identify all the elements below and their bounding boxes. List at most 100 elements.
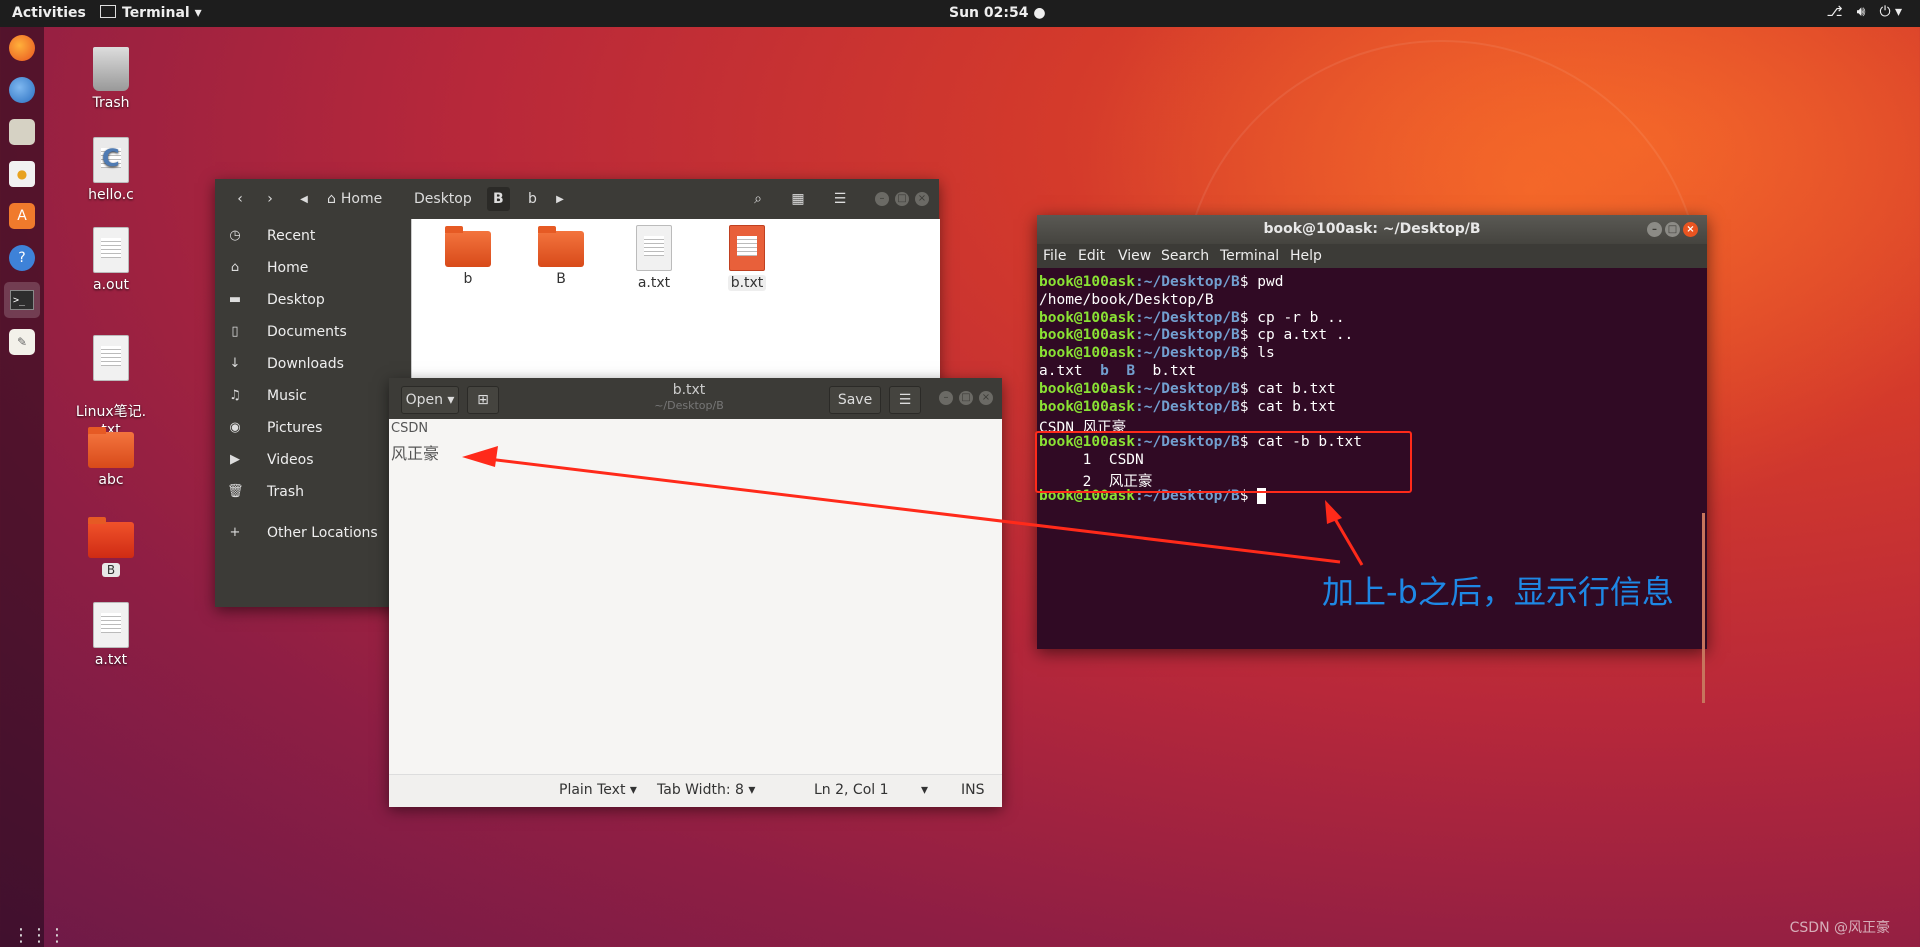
text-area[interactable]: CSDN 风正豪 [389,419,1002,774]
music-icon: ♫ [229,388,241,403]
tab-width-selector[interactable]: Tab Width: 8 ▾ [657,782,755,798]
sidebar-item-trash[interactable]: 🗑︎ Trash [215,478,411,508]
minimize-button[interactable]: – [939,391,953,405]
search-button[interactable]: ⌕ [743,187,773,211]
menu-help[interactable]: Help [1290,248,1322,264]
menu-search[interactable]: Search [1161,248,1209,264]
terminal-line: book@100ask:~/Desktop/B$ cp a.txt .. [1039,327,1353,345]
sidebar-item-recent[interactable]: ◷ Recent [215,222,411,252]
text-file-icon [93,335,129,381]
language-selector[interactable]: Plain Text ▾ [559,782,637,798]
breadcrumb-home[interactable]: ⌂ Home [321,187,388,211]
menu-edit[interactable]: Edit [1078,248,1105,264]
terminal-line: book@100ask:~/Desktop/B$ cat b.txt [1039,381,1336,399]
maximize-button[interactable]: □ [1665,222,1680,237]
breadcrumb-desktop[interactable]: Desktop [408,187,478,211]
text-editor-icon[interactable]: ✎ [9,329,35,355]
prompt-user: book@100ask [1039,380,1136,397]
software-icon[interactable]: A [9,203,35,229]
sidebar-item-documents[interactable]: ▯ Documents [215,318,411,348]
home-icon: ⌂ [327,191,336,207]
chevron-down-icon[interactable]: ▾ [921,782,928,798]
text-line: CSDN [391,421,429,436]
open-button[interactable]: Open ▾ [401,386,459,414]
terminal-scrollbar[interactable] [1702,513,1705,703]
help-icon[interactable]: ? [9,245,35,271]
close-button[interactable]: × [1683,222,1698,237]
home-icon: ⌂ [230,260,240,275]
text-line: 风正豪 [391,444,440,463]
minimize-button[interactable]: – [1647,222,1662,237]
menu-button[interactable]: ☰ [825,187,855,211]
rhythmbox-icon[interactable]: ● [9,161,35,187]
sidebar-item-label: Trash [267,484,304,500]
app-menu[interactable]: Terminal ▾ [100,5,202,21]
camera-icon: ◉ [229,420,241,435]
file-item-label: b.txt [727,275,767,291]
close-button[interactable]: × [979,391,993,405]
desktop-icon-a-out[interactable]: a.out [66,227,156,293]
breadcrumb-b-upper[interactable]: B [487,187,510,211]
prompt-dir: :~/Desktop/B [1135,398,1240,415]
terminal-line: book@100ask:~/Desktop/B$ cp -r b .. [1039,310,1345,328]
top-bar: Activities Terminal ▾ Sun 02:54 ● ⎇ 🔊︎ ⏻… [0,0,1920,27]
desktop-icon-linux-notes[interactable]: Linux笔记. txt [66,317,156,439]
highlight-box [1035,431,1412,493]
menu-terminal[interactable]: Terminal [1220,248,1279,264]
insert-mode[interactable]: INS [961,782,985,798]
folder-icon [88,427,134,468]
breadcrumb-b-lower[interactable]: b [522,187,543,211]
desktop-icon-label: a.txt [94,652,128,668]
firefox-icon[interactable] [9,35,35,61]
file-item-b-txt[interactable]: b.txt [712,225,782,291]
clock[interactable]: Sun 02:54 ● [949,5,1046,21]
menu-file[interactable]: File [1043,248,1066,264]
breadcrumb-left-arrow[interactable]: ◀ [297,187,311,211]
sidebar-item-label: Videos [267,452,314,468]
thunderbird-icon[interactable] [9,77,35,103]
sidebar-item-pictures[interactable]: ◉ Pictures [215,414,411,444]
back-button[interactable]: ‹ [227,187,253,211]
maximize-button[interactable]: □ [895,192,909,206]
menu-button[interactable]: ☰ [889,386,921,414]
menu-view[interactable]: View [1118,248,1151,264]
minimize-button[interactable]: – [875,192,889,206]
sidebar-item-music[interactable]: ♫ Music [215,382,411,412]
system-tray[interactable]: ⎇ 🔊︎ ⏻ ▾ [1826,4,1902,20]
file-item-a-txt[interactable]: a.txt [619,225,689,291]
files-icon[interactable] [9,119,35,145]
close-button[interactable]: × [915,192,929,206]
file-item-b-folder[interactable]: b [433,226,503,287]
hamburger-icon: ☰ [833,191,847,207]
desktop-icon-hello-c[interactable]: C hello.c [66,137,156,203]
sidebar-item-videos[interactable]: ▶ Videos [215,446,411,476]
terminal-icon[interactable]: >_ [4,282,40,318]
file-item-B-folder[interactable]: B [526,226,596,287]
sidebar-item-other-locations[interactable]: + Other Locations [215,519,411,549]
desktop-icon-trash[interactable]: Trash [66,47,156,111]
breadcrumb-right-arrow[interactable]: ▶ [553,187,567,211]
desktop-icon-label: hello.c [88,187,134,203]
text-file-icon [93,602,129,648]
desktop-icon-abc[interactable]: abc [66,427,156,488]
forward-button[interactable]: › [257,187,283,211]
activities-button[interactable]: Activities [12,5,86,21]
command-text: $ cat b.txt [1239,380,1336,397]
desktop-icon-b-folder[interactable]: B [66,517,156,578]
save-button[interactable]: Save [829,386,881,414]
ls-entry: B [1126,363,1136,379]
maximize-button[interactable]: □ [959,391,973,405]
network-icon[interactable]: ⎇ [1826,4,1842,20]
new-tab-button[interactable]: ⊞ [467,386,499,414]
view-options-button[interactable]: ▦ [783,187,813,211]
sidebar-item-desktop[interactable]: ▬ Desktop [215,286,411,316]
sidebar-item-home[interactable]: ⌂ Home [215,254,411,284]
text-editor-window: Open ▾ ⊞ b.txt ~/Desktop/B Save ☰ – □ × … [389,378,1002,807]
cursor-position[interactable]: Ln 2, Col 1 [814,782,889,798]
volume-icon[interactable]: 🔊︎ [1857,4,1866,20]
desktop-icon-a-txt[interactable]: a.txt [66,602,156,668]
show-applications-icon[interactable]: ⋮⋮⋮ [12,925,66,946]
power-icon[interactable]: ⏻ ▾ [1879,4,1902,20]
video-icon: ▶ [230,452,240,467]
sidebar-item-downloads[interactable]: ↓ Downloads [215,350,411,380]
